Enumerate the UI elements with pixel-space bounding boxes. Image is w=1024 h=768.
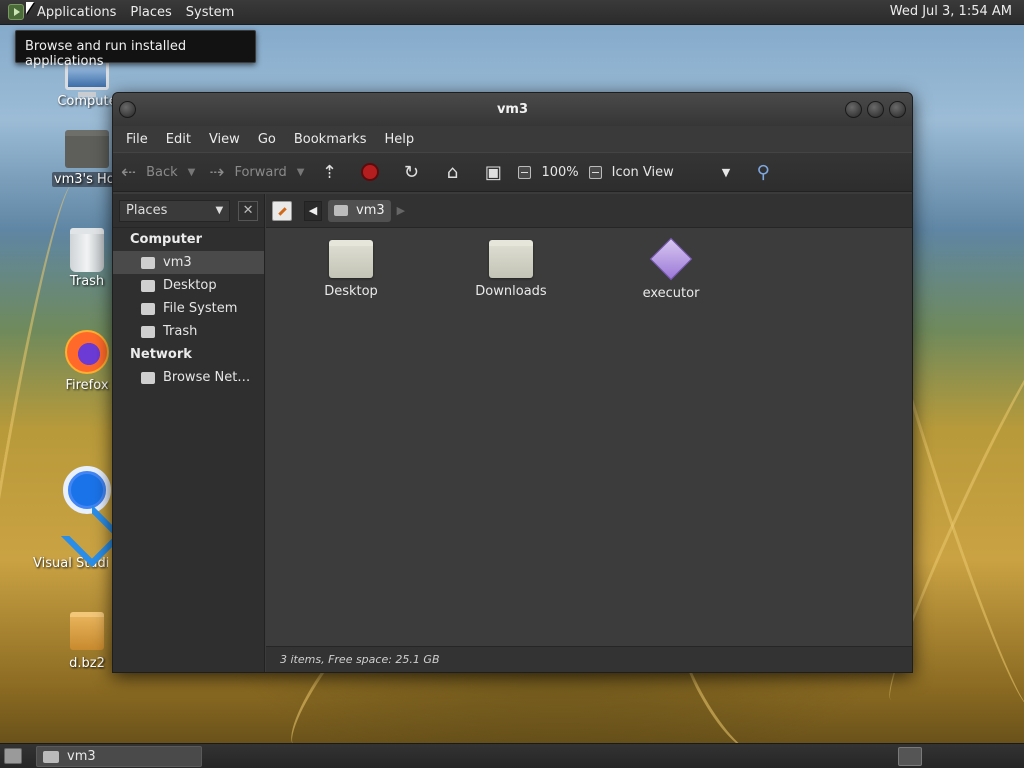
zoom-out-icon[interactable] — [518, 165, 532, 179]
menu-applications[interactable]: Applications — [30, 5, 123, 20]
computer-icon[interactable]: ▣ — [482, 161, 504, 183]
mouse-cursor-icon — [26, 2, 34, 14]
chevron-down-icon: ▼ — [721, 165, 731, 179]
workspace-switcher-icon[interactable] — [898, 747, 922, 766]
trash-icon — [70, 228, 104, 272]
file-label: executor — [642, 286, 700, 301]
sidebar: Places ▼ ✕ Computer vm3 Desktop File Sys… — [113, 194, 265, 672]
sidebar-header: Places ▼ ✕ — [113, 194, 264, 228]
tooltip: Browse and run installed applications — [15, 30, 256, 69]
zoom-in-icon[interactable] — [588, 165, 602, 179]
window-titlebar[interactable]: vm3 — [113, 93, 912, 126]
path-left-icon[interactable]: ◀ — [304, 200, 322, 221]
search-icon[interactable]: ⚲ — [752, 161, 774, 183]
sidebar-item-vm3[interactable]: vm3 — [113, 251, 264, 274]
menu-bookmarks[interactable]: Bookmarks — [285, 132, 376, 147]
arrow-left-icon: ⇠ — [121, 161, 137, 183]
file-item-downloads[interactable]: Downloads — [456, 230, 566, 299]
sidebar-item-label: Trash — [163, 324, 198, 339]
home-icon[interactable]: ⌂ — [441, 161, 463, 183]
folder-icon — [489, 240, 533, 278]
executable-icon — [649, 237, 693, 281]
sidebar-item-filesystem[interactable]: File System — [113, 297, 264, 320]
file-label: Desktop — [324, 284, 378, 299]
chevron-down-icon: ▼ — [215, 205, 224, 216]
sidebar-item-browse-network[interactable]: Browse Net… — [113, 366, 264, 389]
desktop-icon — [141, 279, 155, 292]
close-button[interactable] — [889, 101, 906, 118]
clock[interactable]: Wed Jul 3, 1:54 AM — [890, 4, 1012, 19]
breadcrumb-label: vm3 — [356, 203, 385, 218]
view-mode-value: Icon View — [611, 164, 674, 180]
folder-icon — [43, 750, 59, 763]
path-right-icon[interactable]: ▶ — [397, 204, 405, 217]
home-folder-icon — [65, 130, 109, 168]
sidebar-places-select[interactable]: Places ▼ — [119, 199, 231, 222]
taskbar-item-label: vm3 — [67, 749, 96, 764]
stop-button[interactable] — [359, 161, 381, 183]
chevron-down-icon[interactable]: ▼ — [297, 167, 305, 178]
folder-icon — [329, 240, 373, 278]
view-mode-select[interactable]: Icon View ▼ — [612, 165, 731, 180]
chevron-down-icon[interactable]: ▼ — [188, 167, 196, 178]
applications-menu-icon[interactable] — [8, 4, 24, 20]
show-desktop-icon[interactable] — [4, 748, 22, 764]
menu-go[interactable]: Go — [249, 132, 285, 147]
zoom-level: 100% — [541, 164, 579, 180]
sidebar-item-label: Desktop — [163, 278, 217, 293]
network-icon — [141, 371, 155, 384]
sidebar-item-label: File System — [163, 301, 238, 316]
minimize-button[interactable] — [845, 101, 862, 118]
menu-view[interactable]: View — [200, 132, 249, 147]
drive-icon — [141, 302, 155, 315]
home-icon — [334, 205, 348, 216]
up-icon[interactable]: ⇡ — [318, 161, 340, 183]
edit-location-icon[interactable] — [272, 200, 292, 221]
sidebar-group-computer: Computer — [130, 232, 203, 247]
sidebar-item-label: vm3 — [163, 255, 192, 270]
taskbar-item-vm3[interactable]: vm3 — [36, 746, 202, 767]
file-item-executor[interactable]: executor — [616, 230, 726, 301]
home-icon — [141, 256, 155, 269]
back-label: Back — [146, 164, 178, 180]
window-menu-button[interactable] — [119, 101, 136, 118]
vscode-icon — [66, 510, 106, 550]
forward-button[interactable]: ⇢ Forward ▼ — [209, 162, 304, 183]
stop-icon — [361, 163, 380, 181]
file-item-desktop[interactable]: Desktop — [296, 230, 406, 299]
back-button[interactable]: ⇠ Back ▼ — [121, 162, 195, 183]
sidebar-select-value: Places — [126, 203, 168, 218]
menu-help[interactable]: Help — [375, 132, 423, 147]
sidebar-item-desktop[interactable]: Desktop — [113, 274, 264, 297]
sidebar-close-button[interactable]: ✕ — [238, 200, 258, 221]
menu-file[interactable]: File — [117, 132, 157, 147]
breadcrumb-vm3[interactable]: vm3 — [328, 199, 391, 222]
bottom-panel: vm3 — [0, 743, 1024, 768]
status-bar: 3 items, Free space: 25.1 GB — [266, 646, 912, 672]
menu-system[interactable]: System — [179, 5, 241, 20]
reload-icon[interactable]: ↻ — [400, 161, 422, 183]
menu-edit[interactable]: Edit — [157, 132, 200, 147]
menubar: File Edit View Go Bookmarks Help — [113, 126, 912, 152]
chrome-icon — [63, 466, 111, 514]
sidebar-group-network: Network — [130, 347, 192, 362]
file-manager-window: vm3 File Edit View Go Bookmarks Help ⇠ B… — [112, 92, 913, 673]
menu-places[interactable]: Places — [123, 5, 178, 20]
forward-label: Forward — [234, 164, 287, 180]
trash-icon — [141, 325, 155, 338]
arrow-right-icon: ⇢ — [209, 161, 225, 183]
window-title: vm3 — [496, 102, 529, 117]
firefox-icon — [65, 330, 109, 374]
file-label: Downloads — [475, 284, 547, 299]
maximize-button[interactable] — [867, 101, 884, 118]
top-panel: Applications Places System Wed Jul 3, 1:… — [0, 0, 1024, 25]
sidebar-item-trash[interactable]: Trash — [113, 320, 264, 343]
toolbar: ⇠ Back ▼ ⇢ Forward ▼ ⇡ ↻ ⌂ ▣ 100% Icon V… — [113, 152, 912, 192]
sidebar-item-label: Browse Net… — [163, 370, 251, 385]
archive-icon — [70, 612, 104, 650]
file-grid: Desktop Downloads executor — [266, 230, 912, 310]
file-view[interactable]: ◀ vm3 ▶ Desktop Downloads executor — [266, 194, 912, 672]
path-bar: ◀ vm3 ▶ — [266, 194, 912, 228]
